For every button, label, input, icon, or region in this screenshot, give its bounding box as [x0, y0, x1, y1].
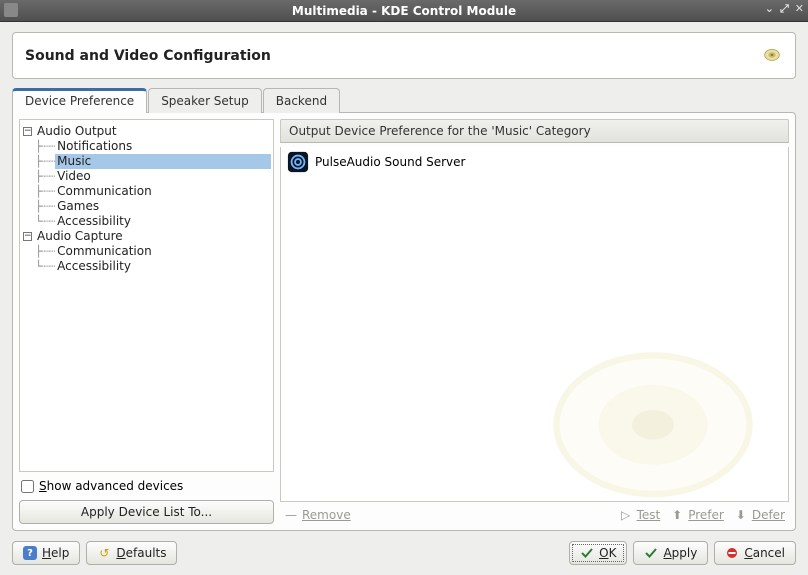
titlebar: Multimedia - KDE Control Module ⌄ ⤢ ✕	[0, 0, 808, 22]
apply-icon	[644, 546, 658, 560]
module-header: Sound and Video Configuration	[12, 32, 796, 79]
window-body: Sound and Video Configuration Device Pre…	[0, 22, 808, 575]
tab-backend[interactable]: Backend	[263, 88, 340, 113]
tree-group-audio-output[interactable]: − Audio Output	[22, 124, 271, 139]
category-tree[interactable]: − Audio Output ├┈┈Notifications ├┈┈Music…	[19, 119, 274, 472]
collapse-icon[interactable]: −	[23, 232, 32, 241]
device-item[interactable]: PulseAudio Sound Server	[281, 147, 788, 177]
speaker-icon	[761, 43, 783, 68]
ok-icon	[580, 546, 594, 560]
cancel-icon	[725, 546, 739, 560]
help-button[interactable]: ? HHelpelp	[12, 541, 80, 565]
tree-item-capture-accessibility[interactable]: └┈┈Accessibility	[22, 259, 271, 274]
prefer-button[interactable]: ⬆ Prefer	[670, 508, 724, 522]
test-button[interactable]: ▷ Test	[619, 508, 661, 522]
tab-bar: Device Preference Speaker Setup Backend	[12, 87, 796, 113]
minimize-icon[interactable]: ⌄	[765, 2, 774, 16]
tree-item-games[interactable]: ├┈┈Games	[22, 199, 271, 214]
device-actions: — Remove ▷ Test ⬆ Prefer ⬇ Defer	[280, 506, 789, 524]
arrow-down-icon: ⬇	[734, 508, 748, 522]
defaults-button[interactable]: ↺ DDefaultsefaults	[86, 541, 177, 565]
tab-device-preference[interactable]: Device Preference	[12, 88, 147, 113]
apply-button[interactable]: AApplypply	[633, 541, 708, 565]
cancel-button[interactable]: CCancelancel	[714, 541, 796, 565]
tree-item-capture-communication[interactable]: ├┈┈Communication	[22, 244, 271, 259]
apply-device-list-button[interactable]: Apply Device List To...	[19, 500, 274, 524]
pulseaudio-icon	[287, 151, 309, 173]
tree-item-communication[interactable]: ├┈┈Communication	[22, 184, 271, 199]
window-title: Multimedia - KDE Control Module	[292, 4, 516, 18]
play-icon: ▷	[619, 508, 633, 522]
defer-button[interactable]: ⬇ Defer	[734, 508, 785, 522]
show-advanced-input[interactable]	[21, 480, 34, 493]
show-advanced-label: SShow advanced deviceshow advanced devic…	[39, 479, 183, 493]
maximize-icon[interactable]: ⤢	[780, 2, 789, 16]
module-title: Sound and Video Configuration	[25, 48, 271, 64]
right-column: Output Device Preference for the 'Music'…	[280, 119, 789, 524]
tree-item-accessibility[interactable]: └┈┈Accessibility	[22, 214, 271, 229]
collapse-icon[interactable]: −	[23, 127, 32, 136]
defaults-icon: ↺	[97, 546, 111, 560]
tree-item-music[interactable]: ├┈┈Music	[22, 154, 271, 169]
remove-icon: —	[284, 508, 298, 522]
tree-group-audio-capture[interactable]: − Audio Capture	[22, 229, 271, 244]
left-column: − Audio Output ├┈┈Notifications ├┈┈Music…	[19, 119, 274, 524]
dialog-footer: ? HHelpelp ↺ DDefaultsefaults OOKK AAppl…	[12, 531, 796, 565]
device-label: PulseAudio Sound Server	[315, 155, 465, 169]
tab-panel: − Audio Output ├┈┈Notifications ├┈┈Music…	[12, 112, 796, 531]
output-preference-header: Output Device Preference for the 'Music'…	[280, 119, 789, 143]
tab-speaker-setup[interactable]: Speaker Setup	[148, 88, 262, 113]
arrow-up-icon: ⬆	[670, 508, 684, 522]
window-menu-icon[interactable]	[4, 3, 18, 17]
ok-button[interactable]: OOKK	[569, 541, 627, 565]
tree-item-notifications[interactable]: ├┈┈Notifications	[22, 139, 271, 154]
device-list[interactable]: PulseAudio Sound Server	[280, 147, 789, 502]
help-icon: ?	[23, 546, 37, 560]
show-advanced-checkbox[interactable]: SShow advanced deviceshow advanced devic…	[19, 476, 274, 496]
close-icon[interactable]: ✕	[795, 2, 804, 16]
remove-button[interactable]: — Remove	[284, 508, 351, 522]
background-speaker-icon	[548, 325, 758, 495]
tree-item-video[interactable]: ├┈┈Video	[22, 169, 271, 184]
